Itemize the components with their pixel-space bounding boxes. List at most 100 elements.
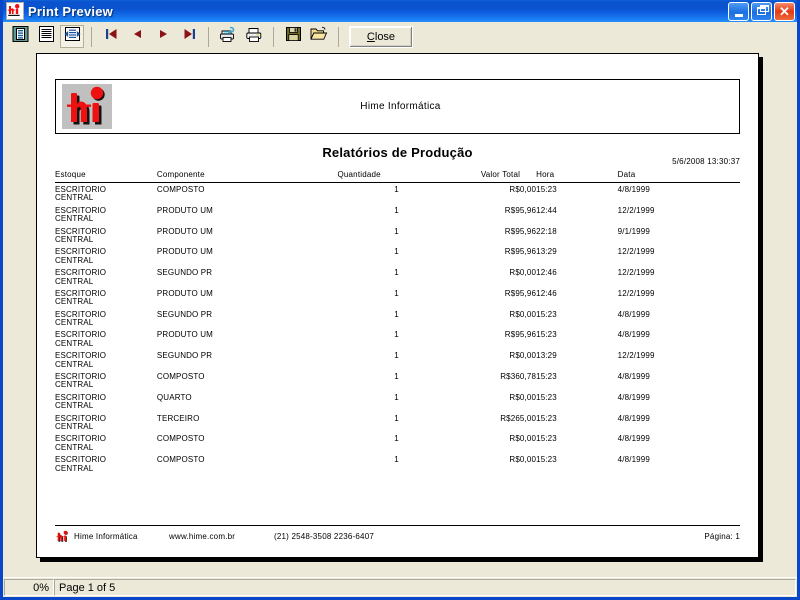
table-row: ESCRITORIO CENTRAL COMPOSTO 1 R$0,00 15:23 4/… — [55, 453, 740, 474]
cell-hora: 15:23 — [536, 372, 557, 382]
toolbar-separator-4 — [338, 26, 339, 47]
cell-hora: 15:23 — [536, 434, 557, 444]
cell-estoque: ESCRITORIO CENTRAL — [55, 226, 107, 244]
table-row: ESCRITORIO CENTRAL PRODUTO UM 1 R$95,96 13:2… — [55, 245, 740, 266]
cell-estoque: ESCRITORIO CENTRAL — [55, 392, 107, 411]
table-row: ESCRITORIO CENTRAL PRODUTO UM 1 R$95,96 12:4… — [55, 204, 740, 225]
cell-data: 4/8/1999 — [617, 330, 650, 340]
footer-company: Hime Informática — [74, 532, 138, 541]
cell-data: 12/2/1999 — [617, 205, 655, 215]
single-page-icon — [12, 26, 29, 47]
printer-setup-button[interactable] — [216, 25, 240, 48]
footer-hi-logo — [55, 530, 70, 543]
cell-data: 4/8/1999 — [617, 372, 650, 382]
cell-valor-total: R$0,00 — [509, 434, 537, 444]
cell-quantidade: 1 — [394, 205, 399, 215]
report-title: Relatórios de Produção — [322, 145, 473, 160]
status-bar: 0% Page 1 of 5 — [3, 577, 797, 597]
zoom-page-icon — [64, 26, 81, 47]
cell-data: 12/2/1999 — [617, 268, 655, 278]
view-continuous-button[interactable] — [34, 25, 58, 48]
view-zoom-button[interactable] — [60, 25, 84, 48]
last-page-button[interactable] — [177, 25, 201, 48]
toolbar-separator-2 — [208, 26, 209, 47]
print-button[interactable] — [242, 25, 266, 48]
cell-quantidade: 1 — [394, 455, 399, 465]
cell-componente: SEGUNDO PR — [156, 351, 213, 361]
cell-hora: 22:18 — [536, 226, 557, 236]
cell-data: 4/8/1999 — [617, 185, 650, 194]
cell-valor-total: R$360,78 — [500, 372, 537, 382]
cell-estoque: ESCRITORIO CENTRAL — [55, 413, 107, 431]
cell-quantidade: 1 — [394, 351, 399, 361]
hi-logo — [62, 84, 112, 129]
table-row: ESCRITORIO CENTRAL PRODUTO UM 1 R$95,96 12:4… — [55, 287, 740, 308]
table-row: ESCRITORIO CENTRAL SEGUNDO PR 1 R$0,00 12:46… — [55, 266, 740, 287]
cell-data: 12/2/1999 — [617, 288, 655, 298]
cell-quantidade: 1 — [394, 330, 399, 340]
table-row: ESCRITORIO CENTRAL PRODUTO UM 1 R$95,96 22:1… — [55, 225, 740, 246]
window-title: Print Preview — [28, 3, 113, 19]
cell-estoque: ESCRITORIO CENTRAL — [55, 288, 107, 307]
cell-data: 9/1/1999 — [617, 226, 650, 236]
maximize-restore-button[interactable] — [751, 1, 772, 21]
close-icon: ✕ — [779, 3, 790, 19]
cell-componente: PRODUTO UM — [156, 226, 213, 236]
continuous-page-icon — [38, 26, 55, 47]
printer-setup-icon — [219, 26, 238, 48]
cell-valor-total: R$95,96 — [504, 205, 537, 215]
open-button[interactable] — [307, 25, 331, 48]
report-datetime: 5/6/2008 13:30:37 — [672, 157, 740, 166]
col-header-estoque: Estoque — [55, 170, 157, 183]
cell-estoque: ESCRITORIO CENTRAL — [55, 309, 107, 328]
cell-valor-total: R$0,00 — [509, 309, 537, 319]
col-header-quantidade: Quantidade — [265, 170, 399, 183]
cell-hora: 12:44 — [536, 205, 557, 215]
minimize-button[interactable] — [728, 1, 749, 21]
last-page-icon — [182, 27, 197, 46]
table-row: ESCRITORIO CENTRAL COMPOSTO 1 R$0,00 15:23 4/… — [55, 432, 740, 453]
table-row: ESCRITORIO CENTRAL COMPOSTO 1 R$360,78 15:23… — [55, 370, 740, 391]
window-controls: ✕ — [728, 1, 795, 21]
close-preview-button[interactable]: Close — [349, 25, 413, 48]
view-single-page-button[interactable] — [8, 25, 32, 48]
next-page-button[interactable] — [151, 25, 175, 48]
cell-estoque: ESCRITORIO CENTRAL — [55, 434, 107, 452]
cell-componente: COMPOSTO — [156, 434, 205, 444]
previous-page-icon — [130, 27, 145, 46]
footer-phone: (21) 2548-3508 2236-6407 — [274, 532, 374, 541]
cell-componente: COMPOSTO — [156, 372, 205, 382]
print-preview-window: Print Preview ✕ Close Hime Informática R… — [0, 0, 800, 600]
report-company-name: Hime Informática — [360, 101, 441, 112]
table-row: ESCRITORIO CENTRAL PRODUTO UM 1 R$95,96 15:2… — [55, 328, 740, 349]
cell-valor-total: R$0,00 — [509, 392, 537, 402]
cell-valor-total: R$0,00 — [509, 351, 537, 361]
footer-website: www.hime.com.br — [169, 532, 236, 541]
cell-valor-total: R$95,96 — [504, 288, 537, 298]
close-window-button[interactable]: ✕ — [774, 1, 795, 21]
preview-area[interactable]: Hime Informática Relatórios de Produção … — [3, 52, 797, 577]
cell-valor-total: R$95,96 — [504, 330, 537, 340]
cell-hora: 12:46 — [536, 268, 557, 278]
status-page: Page 1 of 5 — [54, 579, 796, 596]
cell-data: 4/8/1999 — [617, 309, 650, 319]
save-button[interactable] — [281, 25, 305, 48]
cell-quantidade: 1 — [394, 392, 399, 402]
first-page-icon — [104, 27, 119, 46]
cell-quantidade: 1 — [394, 434, 399, 444]
first-page-button[interactable] — [99, 25, 123, 48]
cell-componente: COMPOSTO — [156, 455, 205, 465]
cell-estoque: ESCRITORIO CENTRAL — [55, 205, 107, 224]
report-footer: Hime Informática www.hime.com.br (21) 25… — [55, 525, 740, 543]
cell-valor-total: R$0,00 — [509, 455, 537, 465]
cell-data: 12/2/1999 — [617, 351, 655, 361]
cell-valor-total: R$95,96 — [504, 226, 537, 236]
cell-hora: 15:23 — [536, 330, 557, 340]
toolbar-separator-1 — [91, 26, 92, 47]
preview-page: Hime Informática Relatórios de Produção … — [36, 53, 759, 558]
cell-quantidade: 1 — [394, 372, 399, 382]
previous-page-button[interactable] — [125, 25, 149, 48]
cell-hora: 13:29 — [536, 351, 557, 361]
cell-quantidade: 1 — [394, 413, 399, 423]
printer-icon — [245, 26, 264, 48]
